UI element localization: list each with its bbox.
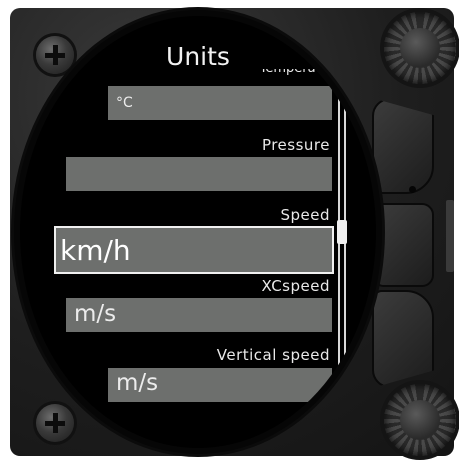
- pressure-field[interactable]: [66, 157, 332, 191]
- xcspeed-value: m/s: [74, 301, 117, 327]
- speed-value: km/h: [60, 234, 131, 267]
- display-screen: Units Temperature °C Pressure Speed km/h…: [20, 16, 376, 448]
- xcspeed-label: XCspeed: [261, 277, 330, 295]
- partial-label-temperature: Temperature: [260, 69, 342, 77]
- page-title: Units: [166, 42, 230, 71]
- scrollbar-track-right: [344, 78, 346, 438]
- button-indicator-dot: [409, 186, 416, 193]
- scrollbar-thumb[interactable]: [337, 220, 347, 244]
- edge-tab: [446, 200, 454, 272]
- vertical-speed-label: Vertical speed: [216, 346, 330, 364]
- speed-field[interactable]: km/h: [54, 226, 334, 274]
- rotary-knob-bottom[interactable]: [384, 384, 456, 456]
- vertical-speed-value: m/s: [116, 370, 159, 396]
- temperature-field[interactable]: °C: [108, 86, 332, 120]
- vertical-speed-field[interactable]: m/s: [108, 368, 332, 402]
- pressure-label: Pressure: [261, 136, 330, 154]
- temperature-value: °C: [116, 95, 133, 111]
- scrollbar-track-left: [338, 78, 340, 438]
- xcspeed-field[interactable]: m/s: [66, 298, 332, 332]
- rotary-knob-top[interactable]: [384, 12, 456, 84]
- speed-label: Speed: [280, 206, 330, 224]
- screw-bottom-left-icon: [36, 404, 74, 442]
- instrument-device: Units Temperature °C Pressure Speed km/h…: [0, 0, 459, 463]
